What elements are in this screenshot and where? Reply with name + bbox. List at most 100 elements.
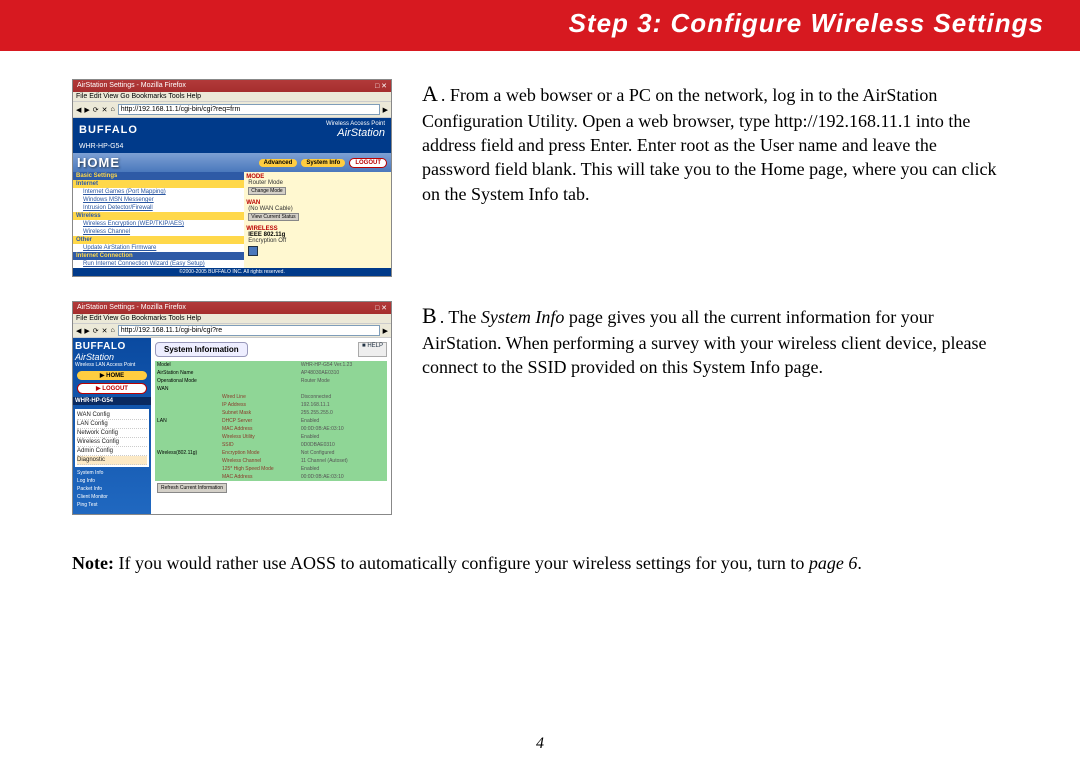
subnav-client[interactable]: Client Monitor <box>77 493 147 501</box>
advanced-button[interactable]: Advanced <box>259 159 298 167</box>
nav-admin[interactable]: Admin Config <box>77 447 147 456</box>
link-encryption[interactable]: Wireless Encryption (WEP/TKIP/AES) <box>73 220 244 228</box>
page-content: AirStation Settings - Mozilla Firefox □ … <box>0 51 1080 576</box>
forward-icon[interactable]: ▶ <box>84 106 89 114</box>
step-b-text: B. The System Info page gives you all th… <box>422 301 1008 379</box>
logout-button[interactable]: ▶ LOGOUT <box>77 383 147 394</box>
step-a-body: . From a web bowser or a PC on the netwo… <box>422 85 997 204</box>
right-panel: MODE Router Mode Change Mode WAN (No WAN… <box>244 172 391 268</box>
panel-header: System Information ■ HELP <box>151 338 391 361</box>
menubar[interactable]: File Edit View Go Bookmarks Tools Help <box>73 314 391 324</box>
internet-conn-header: Internet Connection <box>73 252 244 260</box>
note-page-ref: page 6 <box>809 553 858 573</box>
subnav-system-info[interactable]: System Info <box>77 469 147 477</box>
note-end: . <box>857 553 862 573</box>
url-bar[interactable]: http://192.168.11.1/cgi-bin/cgi?re <box>118 325 380 336</box>
home-icon[interactable]: ⌂ <box>111 327 115 334</box>
step-title: Step 3: Configure Wireless Settings <box>569 8 1044 38</box>
home-button[interactable]: ▶ HOME <box>77 371 147 380</box>
refresh-button[interactable]: Refresh Current Information <box>157 483 227 493</box>
subnav-ping[interactable]: Ping Test <box>77 501 147 509</box>
window-title-text: AirStation Settings - Mozilla Firefox <box>77 304 186 312</box>
model-label: WHR-HP-G54 <box>73 397 151 405</box>
screenshot-b: AirStation Settings - Mozilla Firefox □ … <box>72 301 392 515</box>
menubar[interactable]: File Edit View Go Bookmarks Tools Help <box>73 92 391 102</box>
page-body: BUFFALO AirStation Wireless LAN Access P… <box>73 338 391 514</box>
footnote: Note: If you would rather use AOSS to au… <box>72 551 1008 576</box>
back-icon[interactable]: ◀ <box>76 106 81 114</box>
page-number: 4 <box>0 735 1080 753</box>
change-mode-button[interactable]: Change Mode <box>248 187 285 195</box>
nav-network[interactable]: Network Config <box>77 429 147 438</box>
basic-settings-header: Basic Settings <box>73 172 244 180</box>
forward-icon[interactable]: ▶ <box>84 327 89 335</box>
nav-lan[interactable]: LAN Config <box>77 420 147 429</box>
screenshot-a: AirStation Settings - Mozilla Firefox □ … <box>72 79 392 277</box>
link-firewall[interactable]: Intrusion Detector/Firewall <box>73 204 244 212</box>
step-a-row: AirStation Settings - Mozilla Firefox □ … <box>72 79 1008 277</box>
link-port-mapping[interactable]: Internet Games (Port Mapping) <box>73 188 244 196</box>
window-controls-icon: □ ✕ <box>375 304 387 312</box>
stop-icon[interactable]: ✕ <box>102 106 108 114</box>
link-wizard[interactable]: Run Internet Connection Wizard (Easy Set… <box>73 260 244 268</box>
toolbar: ◀ ▶ ⟳ ✕ ⌂ http://192.168.11.1/cgi-bin/cg… <box>73 102 391 118</box>
system-info-button[interactable]: System Info <box>301 159 345 167</box>
url-bar[interactable]: http://192.168.11.1/cgi-bin/cgi?req=frm <box>118 104 380 115</box>
step-b-italic: System Info <box>481 307 564 327</box>
banner: BUFFALO Wireless Access Point AirStation <box>73 118 391 142</box>
link-msn[interactable]: Windows MSN Messenger <box>73 196 244 204</box>
help-button[interactable]: ■ HELP <box>358 342 387 357</box>
link-firmware[interactable]: Update AirStation Firmware <box>73 244 244 252</box>
reload-icon[interactable]: ⟳ <box>93 327 99 335</box>
step-b-row: AirStation Settings - Mozilla Firefox □ … <box>72 301 1008 515</box>
link-channel[interactable]: Wireless Channel <box>73 228 244 236</box>
wireless-header: Wireless <box>73 212 244 220</box>
step-a-letter: A <box>422 81 438 106</box>
nav-wireless[interactable]: Wireless Config <box>77 438 147 447</box>
step-b-pre: . The <box>440 307 481 327</box>
note-label: Note: <box>72 553 114 573</box>
internet-header: Internet <box>73 180 244 188</box>
go-icon[interactable]: ▶ <box>383 106 388 114</box>
model-row: WHR-HP-G54 <box>73 142 391 153</box>
product-sub: Wireless LAN Access Point <box>75 362 149 368</box>
wan-value: (No WAN Cable) <box>246 206 389 212</box>
window-titlebar: AirStation Settings - Mozilla Firefox □ … <box>73 302 391 314</box>
brand-logo: BUFFALO <box>75 341 149 352</box>
page-header: Step 3: Configure Wireless Settings <box>0 0 1080 51</box>
home-row: HOME Advanced System Info LOGOUT <box>73 153 391 172</box>
footer-copyright: ©2000-2005 BUFFALO INC. All rights reser… <box>73 268 391 276</box>
go-icon[interactable]: ▶ <box>383 327 388 335</box>
reload-icon[interactable]: ⟳ <box>93 106 99 114</box>
step-b-letter: B <box>422 303 437 328</box>
aoss-icon[interactable] <box>246 244 389 260</box>
back-icon[interactable]: ◀ <box>76 327 81 335</box>
window-controls-icon: □ ✕ <box>375 82 387 90</box>
left-panel: Basic Settings Internet Internet Games (… <box>73 172 244 268</box>
step-a-text: A. From a web bowser or a PC on the netw… <box>422 79 1008 206</box>
sidebar: BUFFALO AirStation Wireless LAN Access P… <box>73 338 151 514</box>
home-label: HOME <box>77 155 120 170</box>
product-name: AirStation <box>75 352 149 362</box>
brand-logo: BUFFALO <box>79 124 138 136</box>
nav-wan[interactable]: WAN Config <box>77 411 147 420</box>
toolbar: ◀ ▶ ⟳ ✕ ⌂ http://192.168.11.1/cgi-bin/cg… <box>73 324 391 338</box>
nav-list: WAN Config LAN Config Network Config Wir… <box>75 409 149 467</box>
stop-icon[interactable]: ✕ <box>102 327 108 335</box>
mode-value: Router Mode <box>246 180 389 186</box>
window-titlebar: AirStation Settings - Mozilla Firefox □ … <box>73 80 391 92</box>
view-status-button[interactable]: View Current Status <box>248 213 298 221</box>
nav-diagnostic[interactable]: Diagnostic <box>77 456 147 465</box>
product-name: AirStation <box>337 127 385 139</box>
note-text: If you would rather use AOSS to automati… <box>114 553 809 573</box>
logout-button[interactable]: LOGOUT <box>349 158 387 168</box>
info-table: ModelWHR-HP-G54 Ver.1.23AirStation NameA… <box>151 361 391 497</box>
window-title-text: AirStation Settings - Mozilla Firefox <box>77 82 186 90</box>
main-panel: System Information ■ HELP ModelWHR-HP-G5… <box>151 338 391 514</box>
home-icon[interactable]: ⌂ <box>111 106 115 113</box>
section-title: System Information <box>155 342 248 357</box>
subnav-packet[interactable]: Packet Info <box>77 485 147 493</box>
browser-window-a: AirStation Settings - Mozilla Firefox □ … <box>72 79 392 277</box>
subnav-log[interactable]: Log Info <box>77 477 147 485</box>
other-header: Other <box>73 236 244 244</box>
